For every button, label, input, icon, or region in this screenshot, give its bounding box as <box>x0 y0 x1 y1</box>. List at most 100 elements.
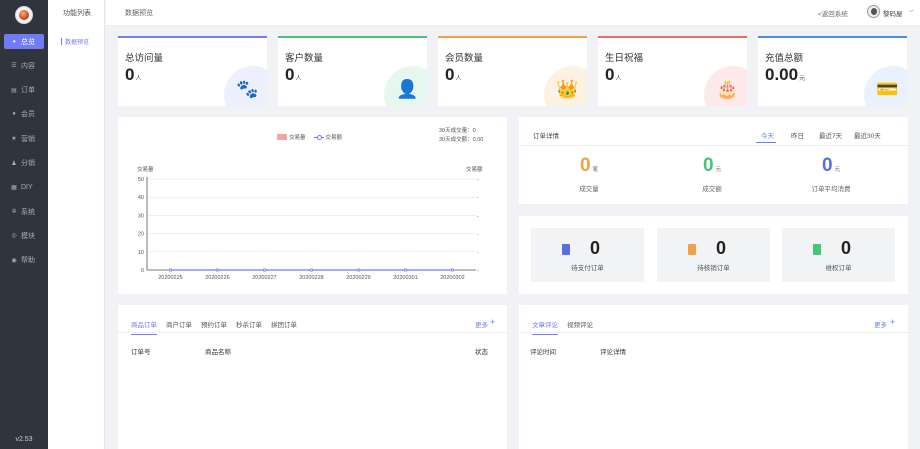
stat-unit: 人 <box>615 76 622 82</box>
stat-label: 生日祝福 <box>605 53 644 64</box>
user-name[interactable]: 黎码屋 <box>883 8 903 18</box>
y-tick-label: 40 <box>138 195 144 201</box>
group-icon: ♟ <box>11 160 17 167</box>
stat-card-1[interactable]: 客户数量 0人 👤 <box>278 36 427 106</box>
order-status-panel: 0 待支付订单 0 待核销订单 0 维权订单 <box>519 216 908 294</box>
avatar-face <box>871 8 877 15</box>
tab-last-30-days[interactable]: 最近30天 <box>854 130 881 140</box>
back-to-system-link[interactable]: <返回系统 <box>818 8 848 18</box>
user-icon: ● <box>12 111 16 118</box>
stat-number: 0 <box>605 65 615 84</box>
gear-icon: ✲ <box>11 209 17 216</box>
x-tick-label: 20200229 <box>346 275 370 281</box>
chevron-down-icon[interactable]: ⌵ <box>909 8 914 15</box>
order-status-card-0[interactable]: 0 待支付订单 <box>531 228 644 282</box>
user-avatar[interactable] <box>867 5 880 18</box>
tab-yesterday[interactable]: 昨日 <box>791 130 804 140</box>
stat-label: 充值总额 <box>765 53 804 64</box>
stat-value: 0人 <box>285 65 301 85</box>
y2-tick-dash: - <box>477 250 479 256</box>
sidebar-item-label: 会员 <box>21 111 35 119</box>
y2-axis-title: 交易额 <box>466 165 483 173</box>
stat-unit: 人 <box>135 76 142 82</box>
x-tick-label: 20200302 <box>440 275 464 281</box>
stat-card-4[interactable]: 充值总额 0.00元 💳 <box>758 36 907 106</box>
line-point-4 <box>356 268 361 272</box>
orders-add-icon[interactable]: + <box>490 317 495 327</box>
sidebar-item-4[interactable]: ★ 营销 <box>4 131 44 146</box>
metric-label: 成交量 <box>579 186 599 193</box>
order-status-card-1[interactable]: 0 待核销订单 <box>657 228 770 282</box>
sidebar-item-label: 模块 <box>21 232 35 240</box>
sidebar-item-7[interactable]: ✲ 系统 <box>4 204 44 219</box>
metric-number: 0 <box>702 155 714 176</box>
stat-number: 0 <box>125 65 135 84</box>
order-metric-1: 0 元成交额 <box>652 155 772 193</box>
sidebar-item-6[interactable]: ▦ DIY <box>4 180 44 195</box>
y2-tick-dash: - <box>477 213 479 219</box>
status-label: 待支付订单 <box>571 265 604 272</box>
sidebar-item-label: 营销 <box>21 135 35 143</box>
stat-card-0[interactable]: 总访问量 0人 🐾 <box>118 36 267 106</box>
version-label: v2.53 <box>15 436 33 443</box>
divider <box>118 332 507 333</box>
stat-value: 0人 <box>125 65 141 85</box>
column-comment-detail: 评论详情 <box>600 349 626 356</box>
stat-label: 客户数量 <box>285 53 324 64</box>
stat-number: 0.00 <box>765 65 799 84</box>
divider <box>519 145 908 146</box>
dashboard-icon: ◕ <box>12 38 16 45</box>
module-icon: ◎ <box>11 233 17 240</box>
order-status-card-2[interactable]: 0 维权订单 <box>782 228 895 282</box>
y-tick-label: 10 <box>138 250 144 256</box>
stat-number: 0 <box>445 65 455 84</box>
card-icon: 💳 <box>876 79 899 99</box>
function-list-title: 功能列表 <box>63 10 91 17</box>
order-metric-0: 0 笔成交量 <box>529 155 649 193</box>
metric-value: 0元 <box>771 155 891 181</box>
comments-more-link[interactable]: 更多 <box>874 319 887 329</box>
line-point-2 <box>262 268 267 272</box>
column-order-number: 订单号 <box>131 349 151 356</box>
status-count: 0 <box>841 238 852 258</box>
comments-add-icon[interactable]: + <box>890 317 895 327</box>
x-tick-label: 20200225 <box>158 275 182 281</box>
sidebar-item-3[interactable]: ● 会员 <box>4 107 44 122</box>
sidebar-item-2[interactable]: ▤ 订单 <box>4 83 44 98</box>
sidebar-item-0[interactable]: ◕ 总览 <box>4 34 44 49</box>
stat-value: 0人 <box>605 65 621 85</box>
stat-label: 总访问量 <box>125 53 164 64</box>
subpanel-item-label: 数据预览 <box>65 40 90 46</box>
y2-tick-dash: - <box>477 195 479 201</box>
status-label: 待核销订单 <box>697 265 730 272</box>
sidebar-item-9[interactable]: ◉ 帮助 <box>4 253 44 268</box>
sidebar-item-1[interactable]: ☰ 内容 <box>4 58 44 73</box>
metric-unit: 元 <box>834 167 841 173</box>
stat-card-3[interactable]: 生日祝福 0人 🎂 <box>598 36 747 106</box>
y2-tick-dash: - <box>477 232 479 238</box>
active-indicator <box>61 38 62 45</box>
subpanel-item-data-preview[interactable]: 数据预览 <box>61 37 89 46</box>
main-sidebar: ◕ 总览 ☰ 内容 ▤ 订单 ● 会员 ★ 营销 ♟ 分销 ▦ DIY ✲ 系统 ◎ 模块 ◉ 帮助 v2.53 <box>0 0 48 449</box>
metric-unit: 笔 <box>592 167 599 173</box>
y-tick-label: 30 <box>138 213 144 219</box>
person-icon: 👤 <box>396 79 419 99</box>
sidebar-item-label: 系统 <box>21 208 35 216</box>
sidebar-item-label: DIY <box>21 183 33 191</box>
x-tick-label: 20200301 <box>393 275 417 281</box>
sidebar-item-label: 分销 <box>21 160 35 167</box>
stat-card-2[interactable]: 会员数量 0人 👑 <box>438 36 587 106</box>
app-logo[interactable] <box>15 6 33 24</box>
stat-value: 0人 <box>445 65 461 85</box>
sidebar-item-8[interactable]: ◎ 模块 <box>4 228 44 243</box>
line-point-0 <box>168 268 173 272</box>
metric-number: 0 <box>579 155 591 176</box>
sidebar-item-label: 总览 <box>21 38 35 46</box>
y-tick-label: 0 <box>141 268 144 274</box>
metric-label: 订单平均消费 <box>811 186 851 193</box>
sidebar-item-5[interactable]: ♟ 分销 <box>4 156 44 171</box>
tab-today[interactable]: 今天 <box>761 130 774 140</box>
tab-last-7-days[interactable]: 最近7天 <box>819 130 842 140</box>
orders-more-link[interactable]: 更多 <box>475 319 488 329</box>
breadcrumb: 数据预览 <box>125 10 153 17</box>
